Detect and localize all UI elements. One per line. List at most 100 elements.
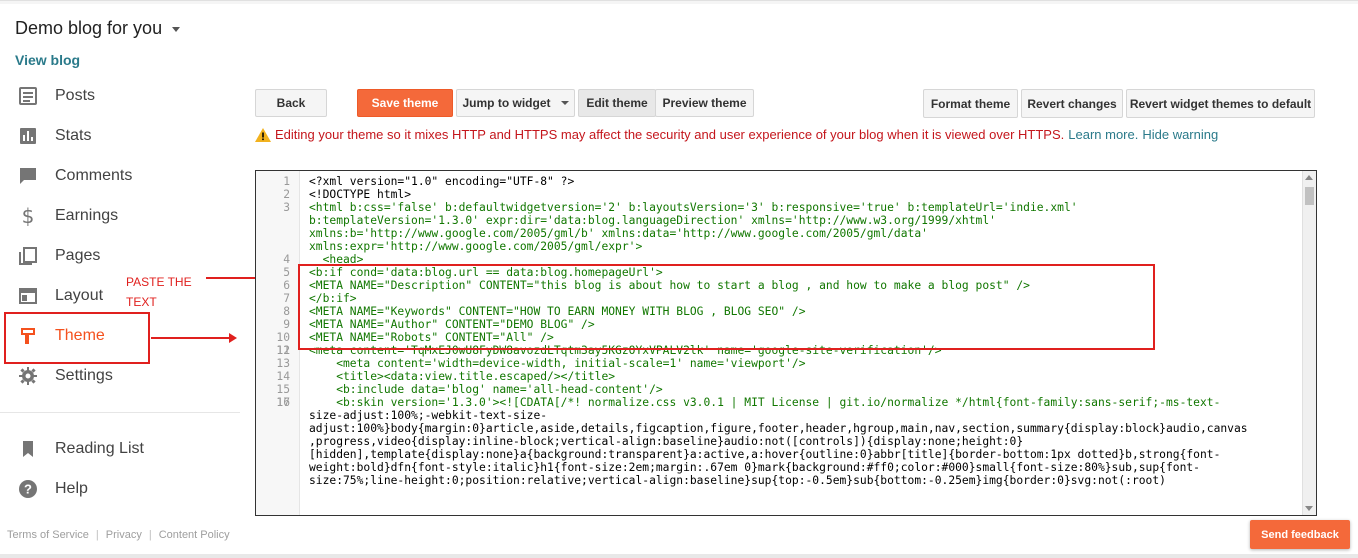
code-text: ,progress,video{display:inline-block;ver…	[309, 435, 1024, 448]
scroll-up-icon[interactable]	[1305, 175, 1313, 180]
nav-item-pages[interactable]: Pages	[0, 236, 240, 276]
code-text: xmlns:b='http://www.google.com/2005/gml/…	[309, 227, 928, 240]
line-number: 13	[276, 357, 290, 370]
nav-label-layout: Layout	[55, 287, 104, 304]
footer-links: Terms of Service | Privacy | Content Pol…	[7, 529, 230, 541]
pasted-code-highlight-box	[298, 264, 1155, 350]
code-text: size:75%;line-height:0;position:relative…	[309, 474, 1166, 487]
code-line[interactable]: size-adjust:100%;-webkit-text-size-	[256, 409, 1298, 422]
bookmark-icon	[17, 438, 39, 460]
line-number: 7	[283, 292, 290, 305]
save-theme-button[interactable]: Save theme	[357, 89, 453, 117]
terms-link[interactable]: Terms of Service	[7, 529, 89, 541]
code-line[interactable]: 1 <?xml version="1.0" encoding="UTF-8" ?>	[256, 175, 1298, 188]
code-line[interactable]: 2 <!DOCTYPE html>	[256, 188, 1298, 201]
mixed-content-warning: Editing your theme so it mixes HTTP and …	[255, 127, 1218, 142]
code-line[interactable]: size:75%;line-height:0;position:relative…	[256, 474, 1298, 487]
code-text: <b:include data='blog' name='all-head-co…	[309, 383, 663, 396]
editor-scrollbar[interactable]	[1302, 171, 1316, 515]
paste-annotation-line1: PASTE THE	[126, 275, 192, 289]
pages-icon	[17, 245, 39, 267]
code-line[interactable]: 13 <meta content='width=device-width, in…	[256, 357, 1298, 370]
jump-to-widget-dropdown[interactable]: Jump to widget	[456, 89, 575, 117]
send-feedback-button[interactable]: Send feedback	[1250, 520, 1350, 549]
code-text: adjust:100%}body{margin:0}article,aside,…	[309, 422, 1248, 435]
code-text: <!DOCTYPE html>	[309, 188, 412, 201]
line-number: 14	[276, 370, 290, 383]
earnings-icon: $	[21, 204, 35, 228]
code-line[interactable]: ,progress,video{display:inline-block;ver…	[256, 435, 1298, 448]
code-line[interactable]: b:templateVersion='1.3.0' expr:dir='data…	[256, 214, 1298, 227]
code-text: size-adjust:100%;-webkit-text-size-	[309, 409, 548, 422]
blog-title: Demo blog for you	[15, 18, 163, 38]
layout-icon	[17, 285, 39, 307]
back-button[interactable]: Back	[255, 89, 327, 117]
nav-item-stats[interactable]: Stats	[0, 116, 240, 156]
nav-label-comments: Comments	[55, 167, 133, 184]
code-line[interactable]: [hidden],template{display:none}a{backgro…	[256, 448, 1298, 461]
line-number: 9	[283, 318, 290, 331]
nav-label-pages: Pages	[55, 247, 101, 264]
content-policy-link[interactable]: Content Policy	[159, 529, 230, 541]
privacy-link[interactable]: Privacy	[106, 529, 142, 541]
code-line[interactable]: 15 <b:include data='blog' name='all-head…	[256, 383, 1298, 396]
code-line[interactable]: xmlns:expr='http://www.google.com/2005/g…	[256, 240, 1298, 253]
revert-changes-button[interactable]: Revert changes	[1021, 89, 1123, 118]
scroll-down-icon[interactable]	[1305, 506, 1313, 511]
nav-label-stats: Stats	[55, 127, 92, 144]
code-line[interactable]: xmlns:b='http://www.google.com/2005/gml/…	[256, 227, 1298, 240]
code-line[interactable]: 17 <b:skin version='1.3.0'><![CDATA[/*! …	[256, 396, 1298, 409]
code-text: b:templateVersion='1.3.0' expr:dir='data…	[309, 214, 996, 227]
nav-item-layout[interactable]: Layout	[0, 276, 240, 316]
preview-theme-button[interactable]: Preview theme	[655, 89, 754, 117]
code-text: <meta content='width=device-width, initi…	[309, 357, 806, 370]
nav-item-help[interactable]: ? Help	[0, 469, 240, 509]
bottom-border	[0, 554, 1358, 558]
line-number: 3	[283, 201, 290, 214]
top-border	[0, 0, 1358, 4]
nav-item-reading-list[interactable]: Reading List	[0, 429, 240, 469]
nav-item-comments[interactable]: Comments	[0, 156, 240, 196]
paste-annotation: PASTE THE TEXT	[126, 272, 192, 312]
code-text: xmlns:expr='http://www.google.com/2005/g…	[309, 240, 643, 253]
format-theme-button[interactable]: Format theme	[923, 89, 1018, 118]
paste-annotation-line2: TEXT	[126, 295, 157, 309]
chevron-down-icon	[560, 101, 569, 105]
edit-theme-button[interactable]: Edit theme	[578, 89, 656, 117]
nav-label-settings: Settings	[55, 367, 113, 384]
view-blog-link[interactable]: View blog	[15, 52, 80, 68]
code-line[interactable]: 3 <html b:css='false' b:defaultwidgetvers…	[256, 201, 1298, 214]
caret-down-icon	[172, 27, 181, 32]
scroll-thumb[interactable]	[1305, 187, 1314, 205]
line-number: 17	[276, 396, 290, 409]
code-text: <html b:css='false' b:defaultwidgetversi…	[309, 201, 1078, 214]
code-line[interactable]: weight:bold}dfn{font-style:italic}h1{fon…	[256, 461, 1298, 474]
nav-item-earnings[interactable]: $ Earnings	[0, 196, 240, 236]
line-number: 6	[283, 279, 290, 292]
warning-message: Editing your theme so it mixes HTTP and …	[275, 127, 1065, 142]
warning-icon	[255, 127, 271, 142]
stats-icon	[17, 125, 39, 147]
code-text: weight:bold}dfn{font-style:italic}h1{fon…	[309, 461, 1200, 474]
code-text: [hidden],template{display:none}a{backgro…	[309, 448, 1221, 461]
sidebar-divider	[0, 412, 240, 413]
jump-to-widget-label: Jump to widget	[462, 96, 551, 110]
line-number: 1	[283, 175, 290, 188]
code-line[interactable]: 14 <title><data:view.title.escaped/></ti…	[256, 370, 1298, 383]
line-number: 12	[276, 344, 290, 357]
blog-selector[interactable]: Demo blog for you	[15, 18, 181, 39]
line-number: 2	[283, 188, 290, 201]
comments-icon	[17, 165, 39, 187]
nav-label-help: Help	[55, 480, 88, 497]
code-text: <title><data:view.title.escaped/></title…	[309, 370, 616, 383]
hide-warning-link[interactable]: Hide warning	[1142, 127, 1218, 142]
learn-more-link[interactable]: Learn more.	[1068, 127, 1138, 142]
nav-label-posts: Posts	[55, 87, 96, 104]
revert-widget-themes-button[interactable]: Revert widget themes to default	[1126, 89, 1315, 118]
code-line[interactable]: adjust:100%}body{margin:0}article,aside,…	[256, 422, 1298, 435]
nav-item-posts[interactable]: Posts	[0, 76, 240, 116]
line-number: 5	[283, 266, 290, 279]
posts-icon	[17, 85, 39, 107]
code-text: <?xml version="1.0" encoding="UTF-8" ?>	[309, 175, 575, 188]
line-number: 10	[276, 331, 290, 344]
